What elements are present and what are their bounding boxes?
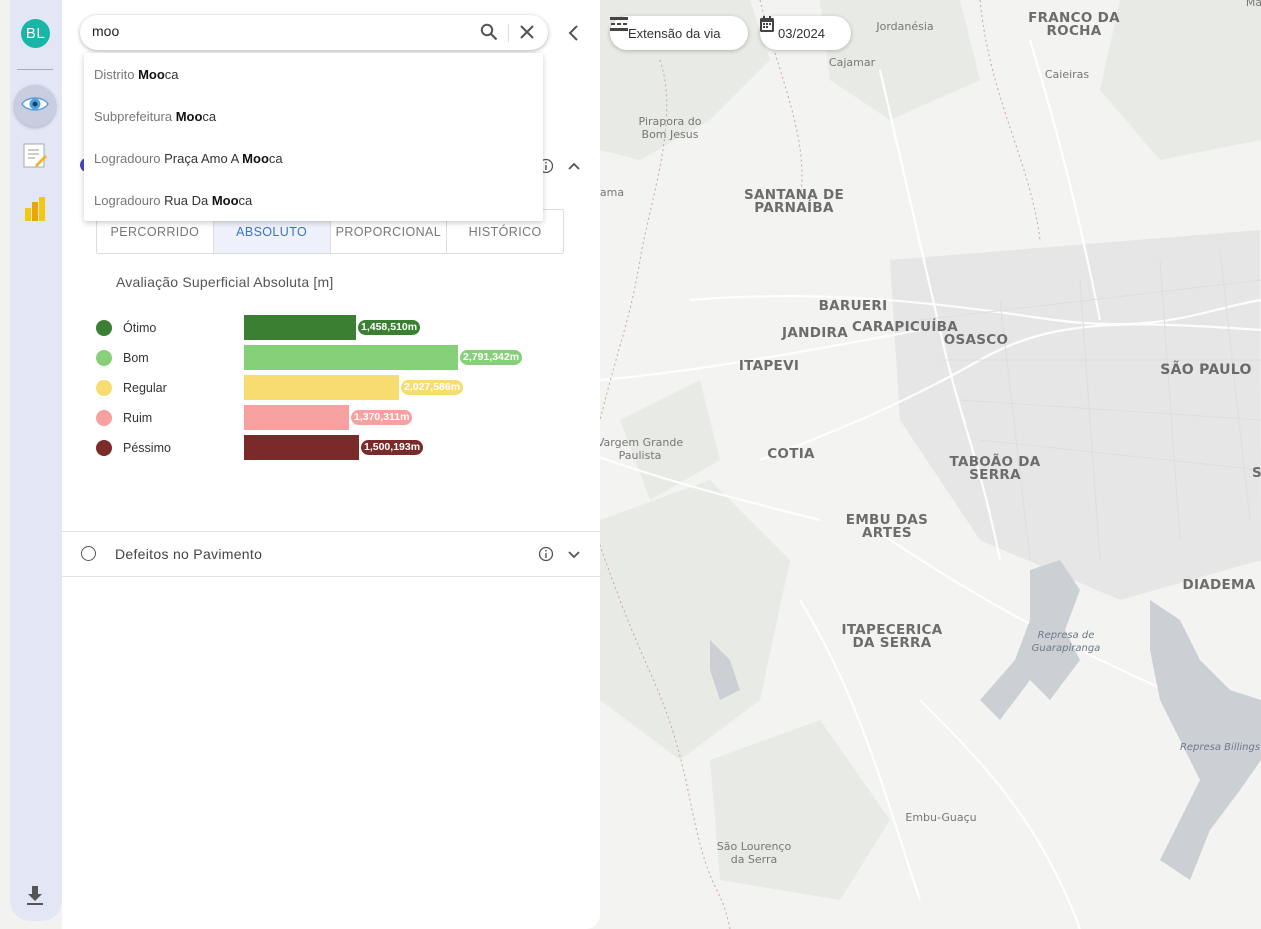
legend-item[interactable]: Regular bbox=[96, 378, 167, 398]
section-radio[interactable] bbox=[81, 546, 96, 561]
map-place-label: Vargem Grande Paulista bbox=[596, 436, 684, 462]
bar-4[interactable] bbox=[244, 435, 359, 460]
map-place-label: TABOÃO DA SERRA bbox=[949, 454, 1041, 483]
section-divider bbox=[62, 576, 600, 577]
close-icon[interactable] bbox=[519, 24, 535, 45]
suggestion-item[interactable]: Logradouro Rua Da Mooca bbox=[94, 193, 252, 208]
bar-1[interactable] bbox=[244, 345, 458, 370]
map-place-label: BARUERI bbox=[818, 298, 888, 314]
legend-item[interactable]: Péssimo bbox=[96, 438, 171, 458]
date-label: 03/2024 bbox=[778, 25, 825, 41]
map-place-label: ITAPECERICA DA SERRA bbox=[841, 622, 943, 651]
bar-3[interactable] bbox=[244, 405, 349, 430]
road-extension-label: Extensão da via bbox=[628, 25, 721, 41]
rail-divider bbox=[17, 69, 53, 70]
map-place-label: Cajamar bbox=[828, 56, 876, 69]
download-icon[interactable] bbox=[24, 884, 46, 911]
search-icon[interactable] bbox=[480, 23, 498, 46]
legend-label: Péssimo bbox=[123, 441, 171, 455]
date-picker-button[interactable]: 03/2024 bbox=[760, 16, 851, 50]
search-input[interactable] bbox=[92, 23, 452, 39]
side-panel: Distrito Mooca Subprefeitura Mooca Logra… bbox=[62, 0, 600, 929]
map[interactable]: Jordanésia FRANCO DA ROCHA Cajamar Caiei… bbox=[560, 0, 1261, 929]
legend-label: Ruim bbox=[123, 411, 153, 425]
bar-value-label: 1,500,193m bbox=[361, 440, 424, 455]
legend-label: Regular bbox=[123, 381, 167, 395]
map-place-label: Represa de Guarapiranga bbox=[1031, 630, 1101, 654]
map-place-label: ITAPEVI bbox=[738, 358, 800, 374]
section-header-icons bbox=[538, 158, 582, 179]
map-place-label: Pirapora do Bom Jesus bbox=[638, 115, 702, 141]
legend-item[interactable]: Bom bbox=[96, 348, 149, 368]
bar-2[interactable] bbox=[244, 375, 399, 400]
legend-item[interactable]: Ótimo bbox=[96, 318, 156, 338]
search-box bbox=[80, 15, 548, 50]
search-divider bbox=[508, 24, 509, 42]
chevron-up-icon[interactable] bbox=[566, 158, 582, 179]
bar-0[interactable] bbox=[244, 315, 356, 340]
road-extension-button[interactable]: Extensão da via bbox=[610, 16, 748, 50]
side-rail: BL bbox=[10, 0, 62, 921]
search-suggestions: Distrito Mooca Subprefeitura Mooca Logra… bbox=[84, 53, 543, 221]
bar-value-label: 2,027,586m bbox=[401, 380, 464, 395]
map-place-label: EMBU DAS ARTES bbox=[845, 512, 929, 541]
map-place-label: Ma bbox=[1245, 0, 1261, 9]
map-place-label: CARAPICUÍBA bbox=[851, 319, 959, 335]
legend-label: Bom bbox=[123, 351, 149, 365]
section-title: Defeitos no Pavimento bbox=[115, 546, 263, 562]
map-place-label: Represa Billings bbox=[1179, 742, 1261, 753]
map-place-label: FRANCO DA ROCHA bbox=[1028, 10, 1120, 39]
legend-swatch bbox=[96, 320, 112, 336]
map-place-label: Jordanésia bbox=[876, 20, 934, 33]
rail-item-report[interactable] bbox=[14, 137, 56, 179]
chevron-down-icon[interactable] bbox=[566, 546, 582, 567]
map-place-label: SANTANA DE PARNAÍBA bbox=[744, 187, 844, 216]
bar-value-label: 2,791,342m bbox=[460, 350, 523, 365]
legend-swatch bbox=[96, 350, 112, 366]
suggestion-item[interactable]: Subprefeitura Mooca bbox=[94, 109, 216, 124]
rail-item-dashboard[interactable] bbox=[14, 190, 56, 232]
map-place-label: São Lourenço da Serra bbox=[716, 840, 792, 866]
map-place-label: S bbox=[1251, 465, 1261, 481]
map-place-label: SÃO PAULO bbox=[1160, 362, 1252, 378]
legend-swatch bbox=[96, 380, 112, 396]
section-defeitos[interactable]: Defeitos no Pavimento bbox=[62, 532, 600, 576]
avatar[interactable]: BL bbox=[21, 19, 50, 48]
legend-swatch bbox=[96, 410, 112, 426]
info-icon[interactable] bbox=[538, 546, 554, 567]
chevron-left-icon[interactable] bbox=[566, 24, 582, 47]
suggestion-item[interactable]: Logradouro Praça Amo A Mooca bbox=[94, 151, 283, 166]
map-place-label: Caieiras bbox=[1044, 68, 1090, 81]
bar-value-label: 1,370,311m bbox=[351, 410, 413, 425]
bar-value-label: 1,458,510m bbox=[358, 320, 421, 335]
map-place-label: OSASCO bbox=[943, 332, 1009, 348]
dashboard-icon bbox=[24, 196, 46, 227]
map-place-label: ama bbox=[599, 186, 625, 199]
legend-swatch bbox=[96, 440, 112, 456]
map-place-label: Embu-Guaçu bbox=[905, 811, 977, 824]
report-icon bbox=[23, 143, 47, 174]
legend-item[interactable]: Ruim bbox=[96, 408, 152, 428]
map-place-label: JANDIRA bbox=[782, 325, 848, 341]
suggestion-item[interactable]: Distrito Mooca bbox=[94, 67, 179, 82]
legend-label: Ótimo bbox=[123, 321, 157, 335]
chart-title: Avaliação Superficial Absoluta [m] bbox=[116, 274, 334, 290]
eye-icon bbox=[21, 95, 49, 118]
map-place-label: DIADEMA bbox=[1182, 577, 1256, 593]
rail-item-view[interactable] bbox=[14, 85, 56, 127]
map-place-label: COTIA bbox=[767, 446, 815, 462]
